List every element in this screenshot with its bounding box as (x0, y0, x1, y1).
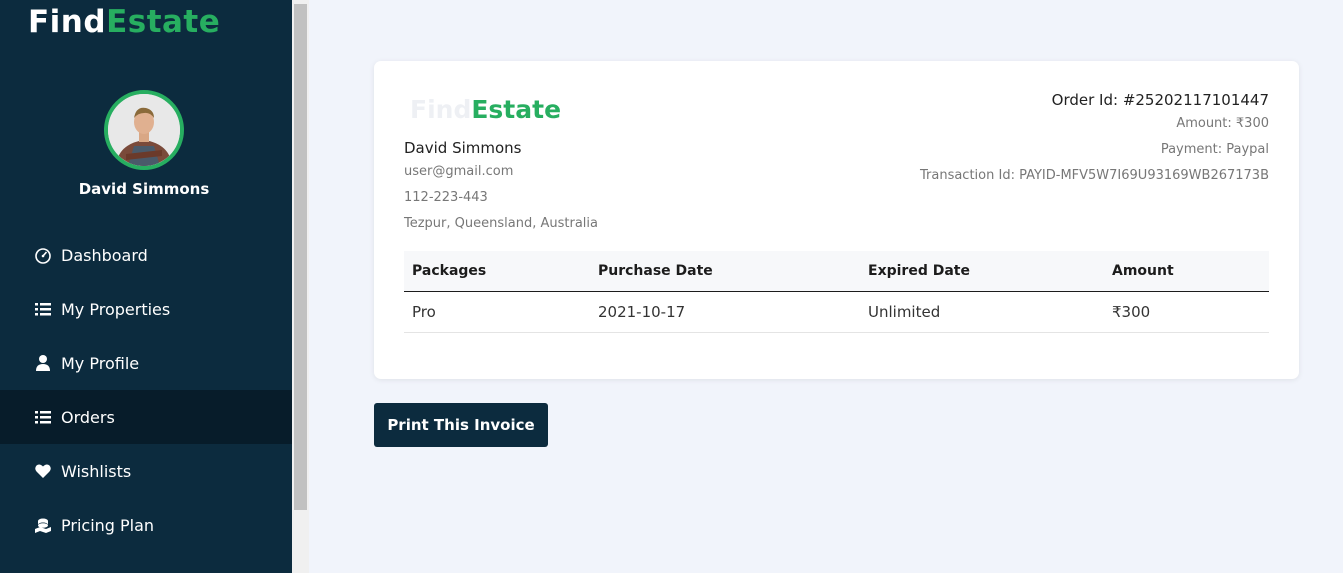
sidebar-item-label: Pricing Plan (61, 515, 155, 535)
sidebar-item-label: My Profile (61, 353, 140, 373)
order-amount: Amount: ₹300 (1176, 116, 1269, 131)
print-invoice-button[interactable]: Print This Invoice (374, 403, 548, 447)
user-name: David Simmons (78, 180, 210, 198)
cell-purchase-date: 2021-10-17 (590, 291, 860, 333)
sidebar-item-my-properties[interactable]: My Properties (0, 282, 292, 336)
bill-to-email: user@gmail.com (404, 164, 514, 179)
cell-amount: ₹300 (1104, 291, 1269, 333)
user-photo-icon (108, 94, 180, 166)
column-header-expired-date: Expired Date (860, 251, 1104, 292)
sidebar-item-label: Wishlists (61, 461, 132, 481)
bill-to-phone: 112-223-443 (404, 190, 488, 205)
column-header-packages: Packages (404, 251, 590, 292)
list-icon (33, 299, 53, 319)
bill-to-name: David Simmons (404, 139, 522, 157)
brand-logo-estate: Estate (106, 4, 221, 40)
table-header-row: Packages Purchase Date Expired Date Amou… (404, 251, 1269, 292)
sidebar: FindEstate David Simmons Dashboard My Pr… (0, 0, 292, 573)
sidebar-item-my-profile[interactable]: My Profile (0, 336, 292, 390)
sidebar-item-dashboard[interactable]: Dashboard (0, 228, 292, 282)
column-header-purchase-date: Purchase Date (590, 251, 860, 292)
order-id: Order Id: #25202117101447 (1051, 91, 1269, 109)
invoice-logo: FindEstate (410, 95, 561, 124)
sidebar-item-wishlists[interactable]: Wishlists (0, 444, 292, 498)
brand-logo-find: Find (28, 4, 107, 40)
sidebar-item-label: Orders (61, 407, 115, 427)
speedometer-icon (33, 245, 53, 265)
coins-icon (33, 515, 53, 535)
user-icon (33, 353, 53, 373)
cell-package: Pro (404, 291, 590, 333)
sidebar-item-label: Dashboard (61, 245, 148, 265)
sidebar-item-orders[interactable]: Orders (0, 390, 292, 444)
sidebar-item-label: My Properties (61, 299, 171, 319)
brand-logo[interactable]: FindEstate (28, 4, 220, 40)
column-header-amount: Amount (1104, 251, 1269, 292)
payment-method: Payment: Paypal (1160, 142, 1269, 157)
sidebar-item-pricing-plan[interactable]: Pricing Plan (0, 498, 292, 552)
list-icon (33, 407, 53, 427)
invoice-card: FindEstate David Simmons user@gmail.com … (374, 61, 1299, 379)
bill-to-address: Tezpur, Queensland, Australia (404, 216, 598, 231)
invoice-table: Packages Purchase Date Expired Date Amou… (404, 251, 1269, 333)
invoice-logo-estate: Estate (471, 95, 562, 124)
heart-icon (33, 461, 53, 481)
table-row: Pro 2021-10-17 Unlimited ₹300 (404, 291, 1269, 333)
transaction-id: Transaction Id: PAYID-MFV5W7I69U93169WB2… (919, 168, 1269, 183)
sidebar-scrollbar-thumb[interactable] (294, 4, 307, 510)
cell-expired-date: Unlimited (860, 291, 1104, 333)
sidebar-nav: Dashboard My Properties My Profile Order… (0, 228, 292, 552)
invoice-logo-find: Find (410, 95, 472, 124)
avatar[interactable] (104, 90, 184, 170)
